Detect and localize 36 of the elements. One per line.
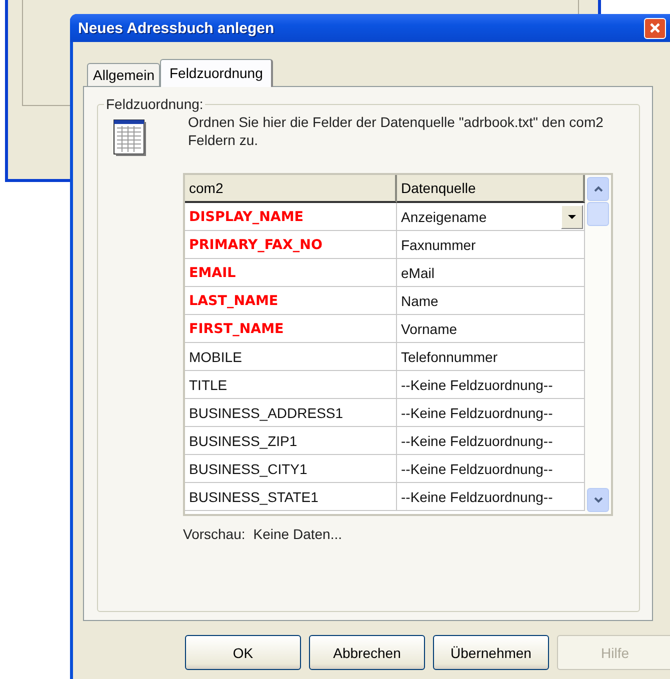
- table-cell: PRIMARY_FAX_NO: [185, 231, 397, 259]
- group-label: Feldzuordnung:: [104, 96, 206, 112]
- dialog-button[interactable]: Abbrechen: [309, 635, 425, 670]
- table-cell: BUSINESS_ADDRESS1: [185, 399, 397, 427]
- table-cell: MOBILE: [185, 343, 397, 371]
- table-cell: EMAIL: [185, 259, 397, 287]
- tab[interactable]: Allgemein: [87, 63, 160, 86]
- dialog-button[interactable]: Übernehmen: [433, 635, 549, 670]
- preview-label: Vorschau:: [183, 526, 246, 542]
- table-cell: TITLE: [185, 371, 397, 399]
- scroll-down-button[interactable]: [587, 488, 609, 512]
- table-cell: LAST_NAME: [185, 287, 397, 315]
- dropdown-value: Anzeigename: [401, 208, 487, 224]
- dropdown-field[interactable]: Anzeigename: [397, 203, 585, 231]
- scroll-up-button[interactable]: [587, 177, 609, 201]
- tab[interactable]: Feldzuordnung: [160, 59, 273, 87]
- caret-down-icon: [568, 214, 576, 218]
- table-cell: BUSINESS_STATE1: [185, 483, 397, 511]
- close-icon: [649, 22, 661, 34]
- table-cell: FIRST_NAME: [185, 315, 397, 343]
- dialog-button[interactable]: OK: [185, 635, 301, 670]
- table-cell: BUSINESS_CITY1: [185, 455, 397, 483]
- description-text: Ordnen Sie hier die Felder der Datenquelle "adrbook.txt" den com2 Feldern zu.: [188, 113, 604, 149]
- scroll-thumb[interactable]: [587, 202, 609, 226]
- column-header[interactable]: com2: [185, 175, 397, 203]
- table-cell: DISPLAY_NAME: [185, 203, 397, 231]
- chevron-down-icon: [594, 497, 602, 503]
- window-title: Neues Adressbuch anlegen: [78, 20, 274, 36]
- table-cell: BUSINESS_ZIP1: [185, 427, 397, 455]
- table-icon: [113, 119, 147, 157]
- scrollbar[interactable]: [585, 175, 611, 514]
- dropdown-button[interactable]: [561, 204, 583, 228]
- preview-value: Keine Daten...: [253, 526, 342, 542]
- column-header[interactable]: Datenquelle: [397, 175, 585, 203]
- chevron-up-icon: [594, 186, 602, 192]
- close-button[interactable]: [644, 18, 666, 38]
